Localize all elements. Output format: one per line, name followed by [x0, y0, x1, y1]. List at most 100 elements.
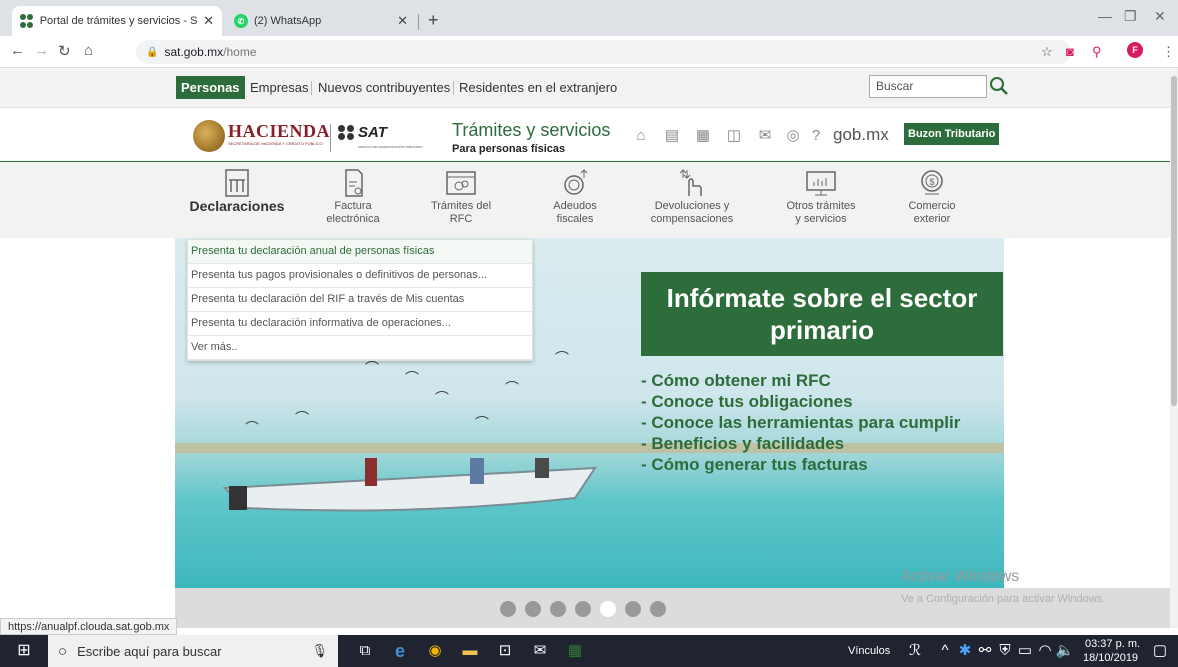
category-otros-tramites[interactable]: Otros trámites y servicios [773, 168, 869, 226]
buzon-tributario-button[interactable]: Buzon Tributario [904, 123, 1000, 145]
back-icon[interactable]: ← [10, 42, 25, 59]
carousel-dot[interactable] [525, 601, 541, 617]
home-icon[interactable]: ⌂ [84, 42, 93, 59]
carousel-dot[interactable] [650, 601, 666, 617]
taskbar-search-input[interactable]: ○ Escribe aquí para buscar 🎙 [48, 635, 338, 667]
compass-icon[interactable]: ◎ [785, 128, 801, 144]
calendar-icon[interactable]: ▦ [695, 128, 711, 144]
category-label: Factura electrónica [326, 200, 380, 225]
news-icon[interactable]: ▤ [664, 128, 680, 144]
category-declaraciones[interactable]: Declaraciones [189, 168, 285, 215]
carousel-dot[interactable] [625, 601, 641, 617]
category-comercio-exterior[interactable]: $ Comercio exterior [897, 168, 967, 226]
carousel-dot[interactable] [575, 601, 591, 617]
nav-nuevos-contribuyentes[interactable]: Nuevos contribuyentes [318, 80, 450, 95]
notifications-icon[interactable]: ▢ [1150, 642, 1170, 660]
promo-item[interactable]: - Cómo generar tus facturas [641, 454, 960, 475]
scrollbar-thumb[interactable] [1171, 76, 1177, 406]
shield-icon[interactable]: ⛨ [995, 642, 1015, 660]
gobmx-link[interactable]: gob.mx [833, 125, 889, 145]
url-input[interactable]: 🔒 sat.gob.mx/home [136, 40, 1071, 64]
edge-icon[interactable]: e [390, 642, 410, 660]
promo-title[interactable]: Infórmate sobre el sector primario [641, 272, 1003, 356]
reload-icon[interactable]: ↻ [58, 42, 71, 60]
search-input[interactable]: Buscar [869, 75, 987, 98]
promo-item[interactable]: - Conoce tus obligaciones [641, 391, 960, 412]
carousel-dot-active[interactable] [600, 601, 616, 617]
promo-item[interactable]: - Conoce las herramientas para cumplir [641, 412, 960, 433]
tab-whatsapp[interactable]: ✆ (2) WhatsApp ✕ [226, 6, 416, 36]
new-tab-button[interactable]: + [428, 10, 439, 31]
windows-start-icon[interactable]: ⊞ [14, 642, 34, 660]
restore-icon[interactable]: ❐ [1124, 8, 1137, 25]
promo-item[interactable]: - Beneficios y facilidades [641, 433, 960, 454]
boat-illustration [222, 458, 597, 512]
tab-close-icon[interactable]: ✕ [203, 13, 214, 29]
network-icon[interactable]: ⚯ [975, 642, 995, 660]
help-icon[interactable]: ? [808, 128, 824, 144]
clock-date[interactable]: 18/10/2019 [1083, 652, 1138, 664]
dropdown-item[interactable]: Ver más.. [188, 336, 532, 360]
bird-icon: ⌒ [505, 380, 519, 396]
nav-empresas[interactable]: Empresas [250, 80, 309, 95]
book-icon[interactable]: ◫ [726, 128, 742, 144]
category-devoluciones[interactable]: Devoluciones y compensaciones [640, 168, 744, 226]
mail-icon[interactable]: ✉ [757, 128, 773, 144]
otros-icon [806, 171, 836, 196]
excel-icon[interactable]: ▦ [565, 642, 585, 660]
category-adeudos[interactable]: Adeudos fiscales [540, 168, 610, 226]
clock-time[interactable]: 03:37 p. m. [1085, 638, 1140, 650]
category-factura[interactable]: Factura electrónica [318, 168, 388, 226]
minimize-icon[interactable]: — [1098, 8, 1112, 24]
volume-icon[interactable]: 🔈 [1055, 642, 1075, 660]
promo-item[interactable]: - Cómo obtener mi RFC [641, 370, 960, 391]
bird-icon: ⌒ [405, 370, 419, 386]
close-window-icon[interactable]: ✕ [1154, 8, 1166, 25]
task-view-icon[interactable]: ⧉ [355, 642, 375, 660]
dropdown-item[interactable]: Presenta tu declaración informativa de o… [188, 312, 532, 336]
profile-avatar[interactable]: F [1127, 42, 1143, 58]
carousel-dot[interactable] [500, 601, 516, 617]
dropdown-item[interactable]: Presenta tus pagos provisionales o defin… [188, 264, 532, 288]
dropdown-item[interactable]: Presenta tu declaración anual de persona… [188, 240, 532, 264]
address-bar: ← → ↻ ⌂ 🔒 sat.gob.mx/home ☆ ◙ ⚲ ⋮ [0, 36, 1178, 68]
menu-icon[interactable]: ⋮ [1162, 44, 1175, 60]
chevron-up-icon[interactable]: ^ [935, 642, 955, 660]
bird-icon: ⌒ [295, 410, 309, 426]
home-icon[interactable]: ⌂ [633, 128, 649, 144]
microphone-icon[interactable]: 🎙 [311, 643, 328, 659]
tab-separator [418, 14, 419, 30]
browser-tab-bar: Portal de trámites y servicios - S/ ✕ ✆ … [0, 0, 1178, 36]
bird-icon: ⌒ [475, 415, 489, 431]
mail-icon[interactable]: ✉ [530, 642, 550, 660]
bookmark-star-icon[interactable]: ☆ [1041, 44, 1053, 60]
tab-sat-portal[interactable]: Portal de trámites y servicios - S/ ✕ [12, 6, 222, 36]
file-explorer-icon[interactable]: ▬ [460, 642, 480, 660]
hacienda-logo[interactable]: HACIENDA [228, 121, 330, 142]
devoluciones-icon [679, 169, 702, 196]
store-icon[interactable]: ⊡ [495, 642, 515, 660]
bird-icon: ⌒ [555, 350, 569, 366]
nav-personas[interactable]: Personas [176, 76, 245, 99]
battery-icon[interactable]: ▭ [1015, 642, 1035, 660]
category-label: Adeudos fiscales [553, 200, 597, 225]
sat-logo[interactable]: SAT [338, 124, 387, 141]
search-icon[interactable] [988, 75, 1010, 97]
wifi-icon[interactable]: ◠ [1035, 642, 1055, 660]
chrome-icon[interactable]: ◉ [425, 642, 445, 660]
category-tramites-rfc[interactable]: Trámites del RFC [421, 168, 501, 226]
pocket-extension-icon[interactable]: ◙ [1066, 44, 1074, 59]
nav-residentes-extranjero[interactable]: Residentes en el extranjero [459, 80, 617, 95]
carousel-dot[interactable] [550, 601, 566, 617]
bluetooth-icon[interactable]: ✱ [955, 642, 975, 660]
search-extension-icon[interactable]: ⚲ [1092, 44, 1102, 60]
page-scrollbar[interactable] [1170, 68, 1178, 628]
dropdown-item[interactable]: Presenta tu declaración del RIF a través… [188, 288, 532, 312]
page-subtitle: Para personas físicas [452, 143, 566, 155]
category-nav: Declaraciones Factura electrónica Trámit… [0, 162, 1170, 238]
rfc-icon [446, 171, 476, 195]
vinculos-toolbar[interactable]: Vínculos [848, 645, 890, 657]
forward-icon[interactable]: → [34, 42, 49, 59]
people-icon[interactable]: ℛ [905, 642, 925, 660]
tab-close-icon[interactable]: ✕ [397, 13, 408, 29]
